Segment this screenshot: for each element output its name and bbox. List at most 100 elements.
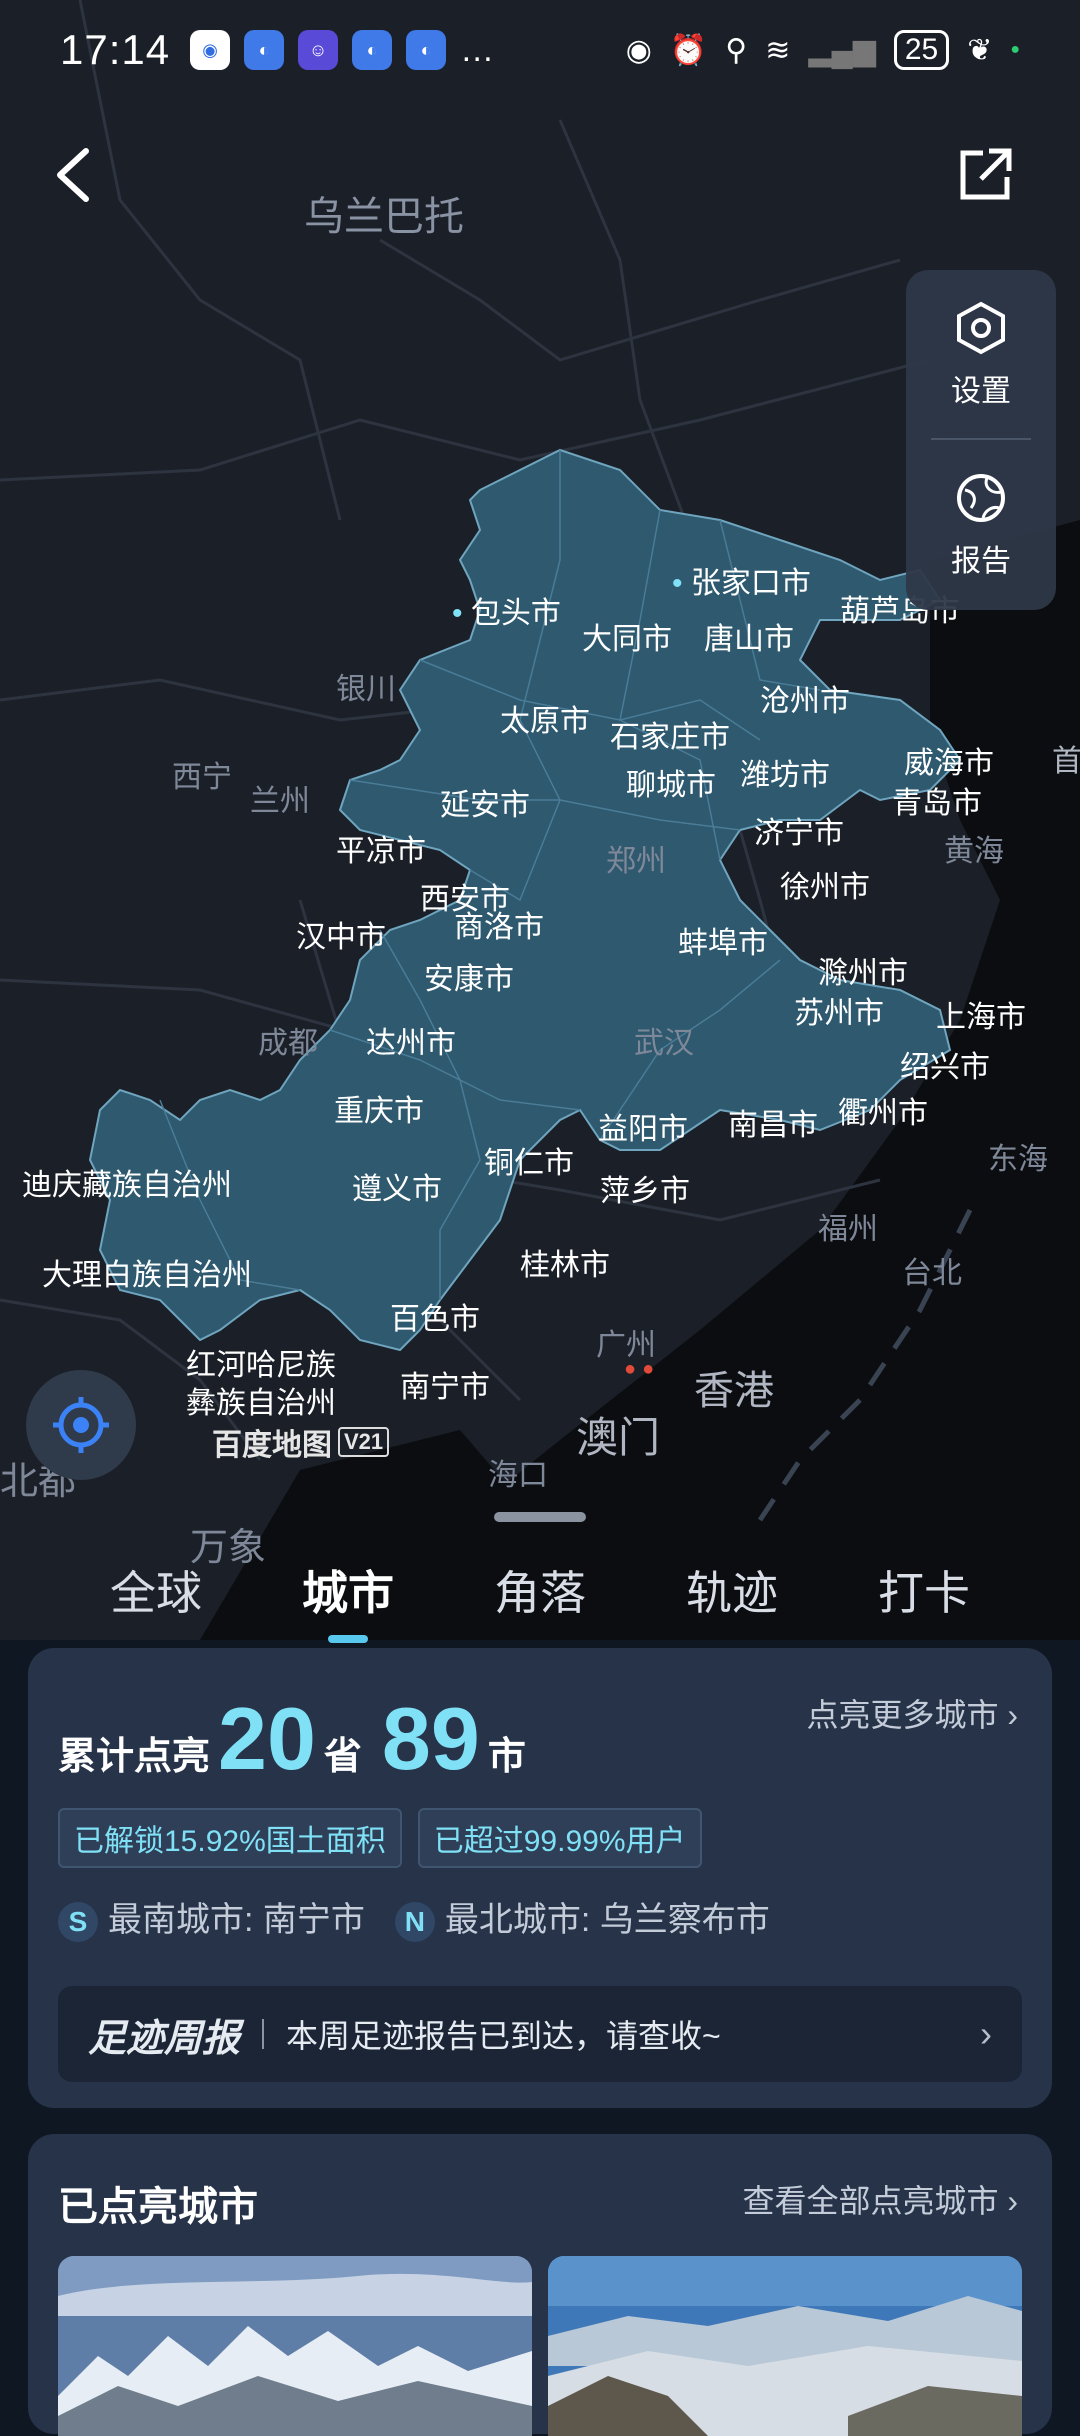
settings-label: 设置 [951,375,1011,408]
city-label: 彝族自治州 [186,1387,336,1420]
back-arrow-icon [57,148,89,202]
city-label: 铜仁市 [484,1147,574,1180]
panel-divider [931,438,1031,440]
status-right: ◉ ⏰ ⚲ ≋ ▂▄▆ 25 ❦ ● [626,30,1020,70]
city-label: • 张家口市 [672,567,811,600]
snow-mountain-image [58,2256,532,2436]
province-count: 20 [218,1689,316,1788]
south-badge-icon: S [58,1902,98,1942]
northmost-city: N 最北城市: 乌兰察布市 [394,1892,770,1942]
map-side-panel: 设置 报告 [906,270,1056,610]
crosshair-icon [53,1397,109,1453]
city-label: 迪庆藏族自治州 [22,1169,232,1202]
app-notification-icon: ◉ [190,30,231,70]
status-bar: 17:14 ◉ ◐ ☺ ◐ ◐ … ◉ ⏰ ⚲ ≋ ▂▄▆ 25 ❦ ● [0,0,1080,100]
area-chip: 已解锁15.92%国土面积 [58,1808,402,1868]
city-label: 南宁市 [400,1371,490,1404]
city-labels: • 包头市 大同市 • 张家口市 唐山市 葫芦岛市 太原市 石家庄市 沧州市 聊… [0,0,1080,1640]
view-all-label: 查看全部点亮城市 [742,2183,999,2219]
footprint-map[interactable]: 乌兰巴托 银川 西宁 兰州 郑州 成都 武汉 黄海 东海 福州 台北 广州 香港… [0,0,1080,1640]
report-button[interactable]: 报告 [906,450,1056,600]
hexagon-settings-icon [957,301,1005,355]
baidu-map-logo: 百度地图 V21 [212,1420,390,1464]
alarm-icon: ⏰ [669,33,708,67]
signal-icon: ▂▄▆ [808,33,876,67]
city-label: 商洛市 [454,911,544,944]
location-icon: ⚲ [725,33,748,67]
city-label: • 包头市 [452,597,561,630]
browser-icon: ◐ [406,30,447,70]
locate-me-button[interactable] [26,1370,136,1480]
weekly-report-banner[interactable]: 足迹周报 本周足迹报告已到达，请查收~ › [58,1986,1022,2082]
tab-global[interactable]: 全球 [90,1557,222,1623]
users-chip: 已超过99.99%用户 [417,1808,702,1868]
browser-icon: ◐ [352,30,393,70]
share-icon [960,148,1012,200]
weekly-title: 足迹周报 [88,2017,241,2060]
city-label: 百色市 [390,1303,480,1336]
globe-report-icon [957,474,1005,522]
browser-icon: ◐ [244,30,285,70]
drag-handle[interactable] [494,1512,586,1522]
city-label: 上海市 [936,1001,1026,1034]
city-label: 萍乡市 [600,1175,690,1208]
view-all-lit-cities-link[interactable]: 查看全部点亮城市 › [742,2176,1018,2222]
city-label: 大同市 [582,623,672,656]
city-label: 重庆市 [334,1095,424,1128]
more-notifications-icon: … [460,30,495,69]
city-label: 桂林市 [520,1249,610,1282]
city-label: 唐山市 [704,623,794,656]
logo-text: 百度地图 [212,1429,332,1462]
lit-prefix: 累计点亮 [58,1736,211,1778]
chevron-right-icon: › [1007,2183,1018,2219]
lit-cities-card: 已点亮城市 查看全部点亮城市 › [28,2134,1052,2436]
southmost-city: S 最南城市: 南宁市 [58,1892,365,1942]
city-label: 大理白族自治州 [42,1259,252,1292]
share-button[interactable] [940,130,1030,220]
logo-version: V21 [338,1427,390,1457]
leaf-icon: ❦ [967,33,993,67]
city-label: 延安市 [440,789,530,822]
lit-cities-title: 已点亮城市 [58,2185,258,2229]
misty-hills-image [548,2256,1022,2436]
notification-icons: ◉ ◐ ☺ ◐ ◐ [190,30,447,70]
city-label: 聊城市 [626,769,716,802]
green-dot-icon: ● [1010,41,1020,58]
northmost-text: 最北城市: 乌兰察布市 [444,1901,770,1939]
north-badge-icon: N [394,1902,435,1942]
city-label: 徐州市 [780,871,870,904]
city-label: 太原市 [500,705,590,738]
city-label: 青岛市 [892,787,982,820]
report-label: 报告 [951,545,1011,578]
more-link-label: 点亮更多城市 [806,1697,999,1733]
tab-track[interactable]: 轨迹 [666,1557,798,1623]
battery-indicator: 25 [893,30,950,70]
city-label: 滁州市 [818,957,908,990]
city-label: 南昌市 [728,1109,818,1142]
city-label: 济宁市 [754,817,844,850]
tab-corner[interactable]: 角落 [474,1557,606,1623]
city-unit: 市 [487,1736,526,1778]
city-label: 潍坊市 [740,759,830,792]
achievement-chips: 已解锁15.92%国土面积 已超过99.99%用户 [58,1808,702,1868]
city-label: 平凉市 [336,835,426,868]
city-label: 蚌埠市 [678,927,768,960]
status-time: 17:14 [60,26,171,73]
back-button[interactable] [28,130,118,220]
chevron-right-icon: › [980,2013,992,2054]
city-photo-thumbnail[interactable] [58,2256,532,2436]
city-label: 石家庄市 [610,721,730,754]
city-photo-thumbnail[interactable] [548,2256,1022,2436]
tab-checkin[interactable]: 打卡 [858,1557,990,1623]
city-label: 安康市 [424,963,514,996]
tab-bar: 全球 城市 角落 轨迹 打卡 [0,1540,1080,1640]
stats-card: 累计点亮 20 省 89 市 点亮更多城市 › 已解锁15.92%国土面积 已超… [28,1648,1052,2108]
city-label: 益阳市 [598,1113,688,1146]
settings-button[interactable]: 设置 [906,280,1056,430]
city-label: 威海市 [904,747,994,780]
weekly-separator [262,2019,265,2049]
tab-city[interactable]: 城市 [282,1557,414,1623]
light-more-cities-link[interactable]: 点亮更多城市 › [806,1690,1018,1736]
qq-icon: ☺ [298,30,339,70]
city-label: 绍兴市 [900,1051,990,1084]
